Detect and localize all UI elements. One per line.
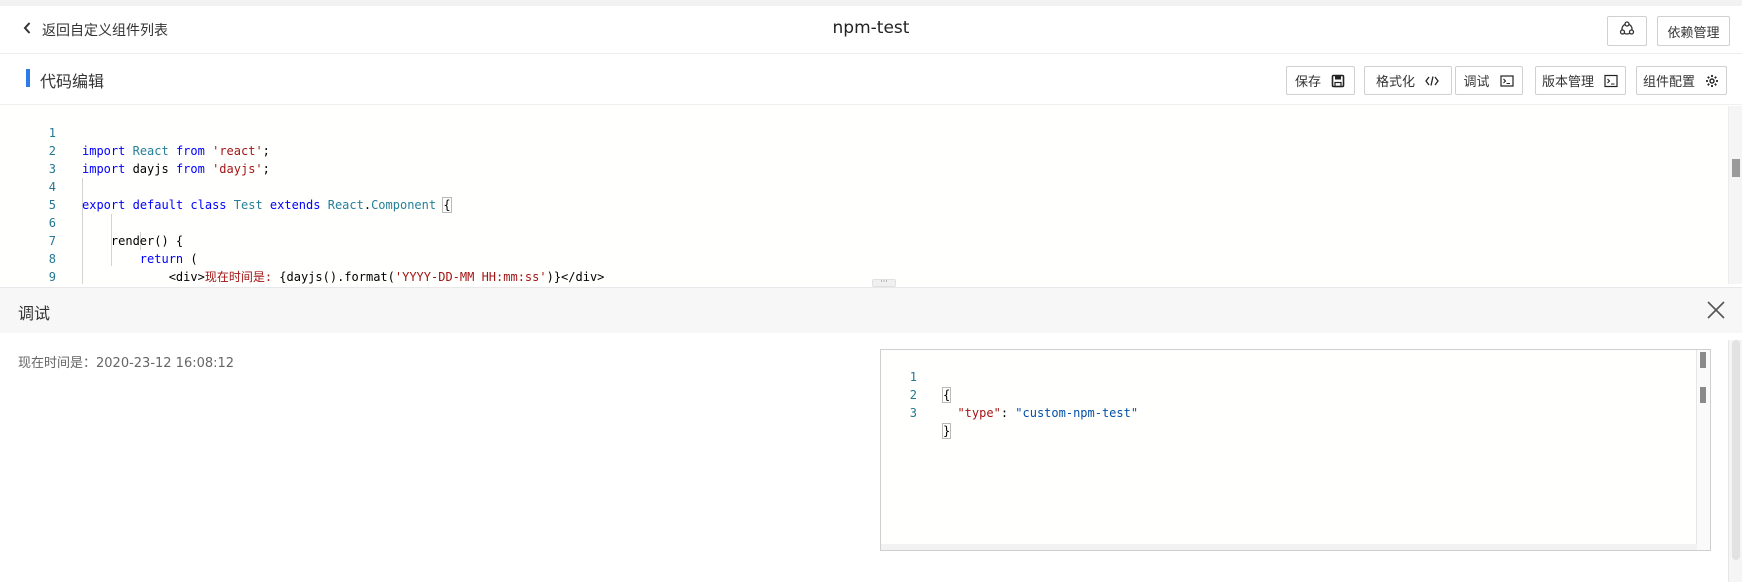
debug-label: 调试 <box>1463 75 1490 90</box>
back-label: 返回自定义组件列表 <box>42 23 168 39</box>
section-accent-bar <box>26 69 30 87</box>
chevron-left-icon <box>22 21 32 39</box>
code-edit-section-header: 代码编辑 保存 格式化 调试 版本管理 组件配置 <box>0 55 1742 105</box>
back-to-component-list-link[interactable]: 返回自定义组件列表 <box>22 20 168 40</box>
page-scrollbar[interactable] <box>1728 340 1742 582</box>
page-title: npm-test <box>832 18 910 38</box>
json-text: } <box>941 423 952 439</box>
share-icon <box>1619 21 1635 41</box>
dependency-management-label: 依赖管理 <box>1667 25 1720 41</box>
version-management-button[interactable]: 版本管理 <box>1535 66 1626 95</box>
share-button[interactable] <box>1607 16 1647 46</box>
line-number: 3 <box>909 406 917 420</box>
preview-output: 现在时间是：2020-23-12 16:08:12 <box>18 356 235 371</box>
code-line: 1 import React from 'react'; <box>0 106 1700 158</box>
code-line: 2 import dayjs from 'dayjs'; <box>0 124 1700 176</box>
json-editor-scrollbar[interactable] <box>1696 350 1710 550</box>
page-scrollbar-thumb[interactable] <box>1732 340 1740 560</box>
code-editor[interactable]: 1 import React from 'react'; 2 import da… <box>0 106 1742 284</box>
version-management-label: 版本管理 <box>1541 75 1594 90</box>
debug-button[interactable]: 调试 <box>1455 66 1523 95</box>
component-config-button[interactable]: 组件配置 <box>1636 66 1727 95</box>
code-line: 8 <div>现在时间是: {dayjs().format('YYYY-DD-M… <box>0 232 1700 284</box>
code-line: 7 return ( <box>0 214 1700 266</box>
json-line: 2 "type": "custom-npm-test" <box>881 368 1681 420</box>
code-line: 4 export default class Test extends Reac… <box>0 160 1700 213</box>
scrollbar-marker <box>1700 387 1706 403</box>
scrollbar-marker <box>1700 352 1706 368</box>
editor-scrollbar[interactable] <box>1728 106 1742 284</box>
format-button[interactable]: 格式化 <box>1364 66 1452 95</box>
app-header: 返回自定义组件列表 npm-test 依赖管理 <box>0 6 1742 54</box>
format-label: 格式化 <box>1375 75 1415 90</box>
code-line: 6 render() { <box>0 196 1700 248</box>
code-brackets-icon <box>1424 73 1440 89</box>
resize-handle[interactable]: ··· <box>872 278 896 287</box>
code-line: 5 <box>0 178 1700 212</box>
section-title: 代码编辑 <box>40 72 105 91</box>
code-line: 9 ); <box>0 250 1700 284</box>
code-line: 3 <box>0 142 1700 176</box>
editor-scrollbar-thumb[interactable] <box>1732 159 1740 177</box>
save-label: 保存 <box>1294 75 1321 90</box>
terminal-icon <box>1499 73 1515 89</box>
json-line: 3 } <box>881 386 1681 439</box>
floppy-disk-icon <box>1330 73 1346 89</box>
json-line: 1 { <box>881 350 1681 403</box>
debug-panel-header: 调试 <box>0 287 1742 333</box>
debug-panel-title: 调试 <box>18 304 51 323</box>
json-text: "type": "custom-npm-test" <box>957 406 1139 420</box>
component-config-label: 组件配置 <box>1642 75 1695 90</box>
json-editor-horizontal-scrollbar[interactable] <box>881 544 1697 550</box>
gear-icon <box>1704 73 1720 89</box>
close-icon[interactable] <box>1705 299 1727 321</box>
version-console-icon <box>1603 73 1619 89</box>
dependency-management-button[interactable]: 依赖管理 <box>1657 16 1730 46</box>
json-props-editor[interactable]: 1 { 2 "type": "custom-npm-test" 3 } <box>880 349 1711 551</box>
save-button[interactable]: 保存 <box>1286 66 1355 95</box>
code-line: 10 } <box>0 268 1700 284</box>
